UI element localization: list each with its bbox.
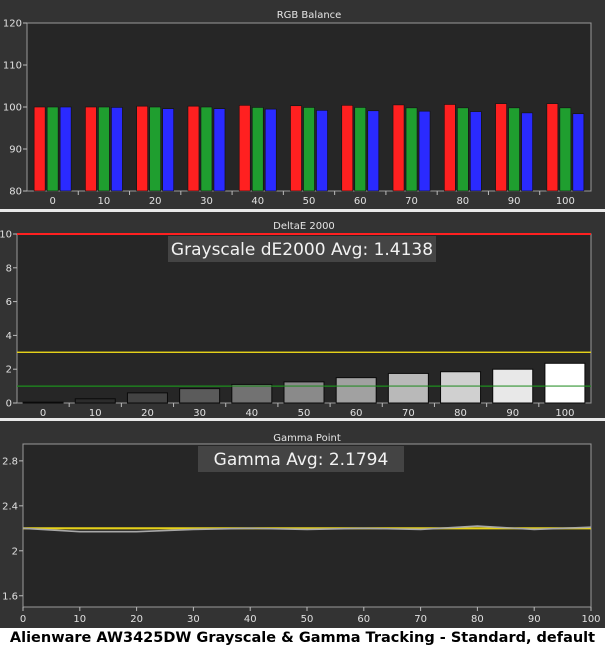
x-tick-label: 10	[98, 196, 111, 207]
x-tick-label: 80	[454, 408, 467, 419]
x-tick-label: 50	[303, 196, 316, 207]
bar-blue	[59, 106, 72, 192]
bar-blue	[521, 112, 533, 192]
bar-green	[508, 107, 520, 192]
x-tick-label: 100	[555, 408, 574, 419]
bar-blue	[264, 108, 277, 192]
panel-separator	[0, 209, 605, 212]
x-tick-label: 30	[193, 408, 206, 419]
bar-green	[251, 107, 264, 192]
y-tick-label: 80	[9, 187, 22, 198]
y-tick-label: 0	[6, 399, 12, 410]
y-tick-label: 2	[6, 365, 12, 376]
bar-red	[290, 105, 302, 192]
bar-blue	[367, 110, 380, 192]
y-tick-label: 10	[0, 230, 12, 241]
x-tick-label: 60	[350, 408, 363, 419]
x-tick-label: 30	[187, 614, 200, 625]
x-tick-label: 100	[556, 196, 575, 207]
y-tick-label: 6	[6, 297, 12, 308]
annotation-text: Gamma Avg: 2.1794	[214, 450, 389, 470]
bar-green	[303, 107, 315, 192]
chart-title: DeltaE 2000	[273, 221, 335, 232]
y-tick-label: 2.8	[2, 456, 18, 467]
deltae-bar	[440, 371, 482, 404]
deltae-bar	[22, 401, 64, 404]
x-tick-label: 0	[20, 614, 26, 625]
y-tick-label: 120	[3, 19, 22, 30]
bar-green	[200, 106, 213, 192]
y-tick-label: 2.4	[2, 501, 18, 512]
deltae-bar	[387, 372, 429, 404]
x-tick-label: 30	[200, 196, 213, 207]
deltae-bar	[544, 362, 586, 404]
bar-red	[85, 106, 97, 192]
x-tick-label: 90	[528, 614, 541, 625]
bar-blue	[470, 111, 482, 192]
deltae-bar	[126, 392, 168, 404]
bar-red	[33, 106, 46, 192]
x-tick-label: 60	[354, 196, 367, 207]
x-tick-label: 20	[130, 614, 143, 625]
deltae-bar	[74, 398, 116, 404]
bar-blue	[316, 110, 328, 192]
bar-blue	[572, 113, 585, 192]
bar-green	[354, 107, 367, 192]
x-tick-label: 80	[471, 614, 484, 625]
x-tick-label: 20	[149, 196, 162, 207]
x-tick-label: 100	[581, 614, 600, 625]
x-tick-label: 50	[298, 408, 311, 419]
x-tick-label: 40	[244, 614, 257, 625]
chart-title: RGB Balance	[277, 10, 342, 21]
annotation-text: Grayscale dE2000 Avg: 1.4138	[171, 240, 433, 260]
bar-red	[495, 103, 507, 192]
deltae-bar	[231, 383, 273, 404]
x-tick-label: 70	[402, 408, 415, 419]
bar-green	[559, 107, 572, 192]
bar-red	[444, 104, 456, 192]
deltae-bar	[283, 381, 325, 404]
bar-blue	[213, 108, 226, 192]
x-tick-label: 10	[73, 614, 86, 625]
bar-red	[392, 104, 405, 192]
bar-red	[546, 103, 559, 192]
y-tick-label: 2	[12, 546, 18, 557]
y-tick-label: 110	[3, 61, 22, 72]
chart-caption: Alienware AW3425DW Grayscale & Gamma Tra…	[9, 630, 596, 646]
bar-red	[238, 105, 251, 192]
x-tick-label: 40	[245, 408, 258, 419]
x-tick-label: 80	[456, 196, 469, 207]
bar-red	[136, 105, 148, 192]
bar-green	[46, 106, 59, 192]
bar-green	[457, 107, 469, 192]
x-tick-label: 60	[357, 614, 370, 625]
bar-red	[341, 105, 354, 192]
x-tick-label: 90	[506, 408, 519, 419]
y-tick-label: 8	[6, 263, 12, 274]
x-tick-label: 90	[508, 196, 521, 207]
bar-green	[149, 106, 161, 192]
x-tick-label: 0	[49, 196, 55, 207]
x-tick-label: 10	[89, 408, 102, 419]
bar-green	[405, 107, 418, 192]
bar-blue	[111, 107, 123, 192]
bar-green	[98, 106, 110, 192]
deltae-bar	[335, 377, 377, 404]
y-tick-label: 4	[6, 331, 12, 342]
x-tick-label: 20	[141, 408, 154, 419]
x-tick-label: 70	[405, 196, 418, 207]
bar-red	[187, 105, 200, 192]
x-tick-label: 0	[40, 408, 46, 419]
x-tick-label: 50	[301, 614, 314, 625]
bar-blue	[418, 110, 431, 192]
chart-canvas: RGB Balance80901001101200 10 20 30 40 50 60 70 8…	[0, 10, 605, 625]
y-tick-label: 90	[9, 145, 22, 156]
y-tick-label: 1.6	[2, 591, 18, 602]
bar-blue	[162, 108, 174, 192]
deltae-bar	[179, 388, 221, 404]
x-tick-label: 70	[414, 614, 427, 625]
x-tick-label: 40	[251, 196, 264, 207]
chart-title: Gamma Point	[273, 433, 341, 444]
y-tick-label: 100	[3, 103, 22, 114]
